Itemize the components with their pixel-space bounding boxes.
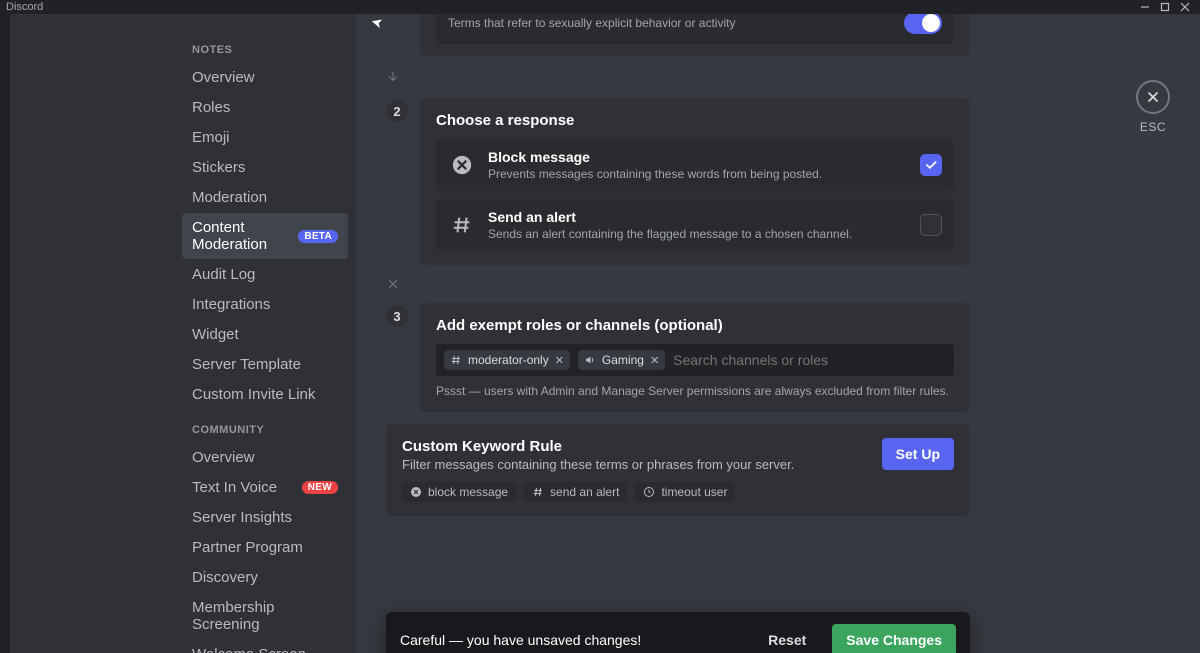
pill-label: block message [428, 485, 508, 499]
beta-badge: BETA [298, 230, 338, 243]
save-changes-button[interactable]: Save Changes [832, 624, 956, 653]
block-icon [448, 151, 476, 179]
step-3-card: Add exempt roles or channels (optional) … [420, 303, 970, 412]
step-1-partial: Terms that refer to sexually explicit be… [386, 14, 970, 56]
content-column: Terms that refer to sexually explicit be… [386, 14, 970, 516]
sidebar-item-emoji[interactable]: Emoji [182, 123, 348, 152]
step-3-title: Add exempt roles or channels (optional) [436, 317, 954, 334]
option-text: Block message Prevents messages containi… [488, 149, 908, 181]
sidebar-item-roles[interactable]: Roles [182, 93, 348, 122]
mouse-cursor-icon: ➤ [369, 14, 385, 32]
exempt-search-input[interactable] [673, 352, 946, 368]
sidebar-item-welcome-screen[interactable]: Welcome Screen [182, 640, 348, 653]
option-title: Block message [488, 149, 908, 165]
custom-keyword-rule-card: Custom Keyword Rule Filter messages cont… [386, 424, 970, 516]
sidebar-item-discovery[interactable]: Discovery [182, 563, 348, 592]
clock-icon [643, 486, 655, 498]
window-close-button[interactable] [1176, 0, 1194, 14]
sidebar-item-integrations[interactable]: Integrations [182, 290, 348, 319]
exempt-chip-gaming[interactable]: Gaming ✕ [578, 350, 665, 370]
response-option-send-alert[interactable]: Send an alert Sends an alert containing … [436, 199, 954, 251]
app-body: NOTES Overview Roles Emoji Stickers Mode… [0, 14, 1200, 653]
sidebar-item-overview[interactable]: Overview [182, 63, 348, 92]
flow-close-icon [386, 277, 970, 291]
sidebar-item-server-template[interactable]: Server Template [182, 350, 348, 379]
option-desc: Sends an alert containing the flagged me… [488, 227, 908, 241]
pill-label: send an alert [550, 485, 619, 499]
server-rail [0, 14, 10, 653]
app-name: Discord [6, 1, 43, 13]
exempt-chip-moderator-only[interactable]: moderator-only ✕ [444, 350, 570, 370]
settings-sidebar: NOTES Overview Roles Emoji Stickers Mode… [10, 14, 356, 653]
flow-arrow-icon [386, 68, 970, 86]
hash-icon [532, 486, 544, 498]
sidebar-item-content-moderation[interactable]: Content Moderation BETA [182, 213, 348, 259]
close-settings: ESC [1136, 80, 1170, 134]
sidebar-section-heading: COMMUNITY [182, 410, 348, 442]
hash-icon [448, 211, 476, 239]
filter-option-explicit[interactable]: Terms that refer to sexually explicit be… [436, 14, 954, 44]
sidebar-item-text-in-voice[interactable]: Text In Voice NEW [182, 473, 348, 502]
sidebar-item-membership-screening[interactable]: Membership Screening [182, 593, 348, 639]
exempt-hint: Pssst — users with Admin and Manage Serv… [436, 384, 954, 398]
setup-button[interactable]: Set Up [882, 438, 954, 470]
chip-label: moderator-only [468, 353, 549, 367]
exempt-search-bar[interactable]: moderator-only ✕ Gaming ✕ [436, 344, 954, 376]
window-minimize-button[interactable] [1136, 0, 1154, 14]
step-number: 3 [386, 305, 408, 327]
sidebar-item-community-overview[interactable]: Overview [182, 443, 348, 472]
step-2-card: Choose a response Block message Prevents… [420, 98, 970, 265]
option-checkbox[interactable] [920, 214, 942, 236]
window-titlebar: Discord [0, 0, 1200, 14]
sidebar-item-widget[interactable]: Widget [182, 320, 348, 349]
sidebar-item-moderation[interactable]: Moderation [182, 183, 348, 212]
step-3: 3 Add exempt roles or channels (optional… [386, 303, 970, 412]
option-title: Send an alert [488, 209, 908, 225]
chip-remove-icon[interactable]: ✕ [555, 354, 564, 367]
sidebar-item-partner-program[interactable]: Partner Program [182, 533, 348, 562]
pill-block-message: block message [402, 482, 516, 502]
settings-main: ➤ Terms that refer to sexually explicit … [356, 14, 1200, 653]
close-label: ESC [1136, 120, 1170, 134]
unsaved-changes-bar: Careful — you have unsaved changes! Rese… [386, 612, 970, 653]
option-checkbox[interactable] [920, 154, 942, 176]
window-controls [1136, 0, 1194, 14]
sidebar-item-stickers[interactable]: Stickers [182, 153, 348, 182]
new-badge: NEW [302, 481, 338, 494]
pill-label: timeout user [661, 485, 727, 499]
unsaved-message: Careful — you have unsaved changes! [400, 632, 742, 648]
sidebar-item-audit-log[interactable]: Audit Log [182, 260, 348, 289]
sidebar-item-server-insights[interactable]: Server Insights [182, 503, 348, 532]
option-desc: Prevents messages containing these words… [488, 167, 908, 181]
sidebar-section-heading: NOTES [182, 30, 348, 62]
chip-remove-icon[interactable]: ✕ [650, 354, 659, 367]
reset-button[interactable]: Reset [754, 624, 820, 653]
keyword-rule-desc: Filter messages containing these terms o… [402, 457, 866, 472]
pill-timeout-user: timeout user [635, 482, 735, 502]
keyword-rule-info: Custom Keyword Rule Filter messages cont… [402, 438, 866, 502]
sidebar-item-custom-invite-link[interactable]: Custom Invite Link [182, 380, 348, 409]
step-2: 2 Choose a response Block message Preven… [386, 98, 970, 265]
filter-option-desc: Terms that refer to sexually explicit be… [448, 16, 735, 30]
speaker-icon [584, 354, 596, 366]
chip-label: Gaming [602, 353, 644, 367]
close-button[interactable] [1136, 80, 1170, 114]
pill-send-alert: send an alert [524, 482, 627, 502]
keyword-rule-title: Custom Keyword Rule [402, 438, 866, 455]
window-maximize-button[interactable] [1156, 0, 1174, 14]
block-icon [410, 486, 422, 498]
filter-option-toggle[interactable] [904, 14, 942, 34]
keyword-rule-pills: block message send an alert [402, 482, 866, 502]
option-text: Send an alert Sends an alert containing … [488, 209, 908, 241]
step-2-title: Choose a response [436, 112, 954, 129]
hash-icon [450, 354, 462, 366]
step-number: 2 [386, 100, 408, 122]
response-option-block-message[interactable]: Block message Prevents messages containi… [436, 139, 954, 191]
step-1-card: Terms that refer to sexually explicit be… [420, 14, 970, 56]
